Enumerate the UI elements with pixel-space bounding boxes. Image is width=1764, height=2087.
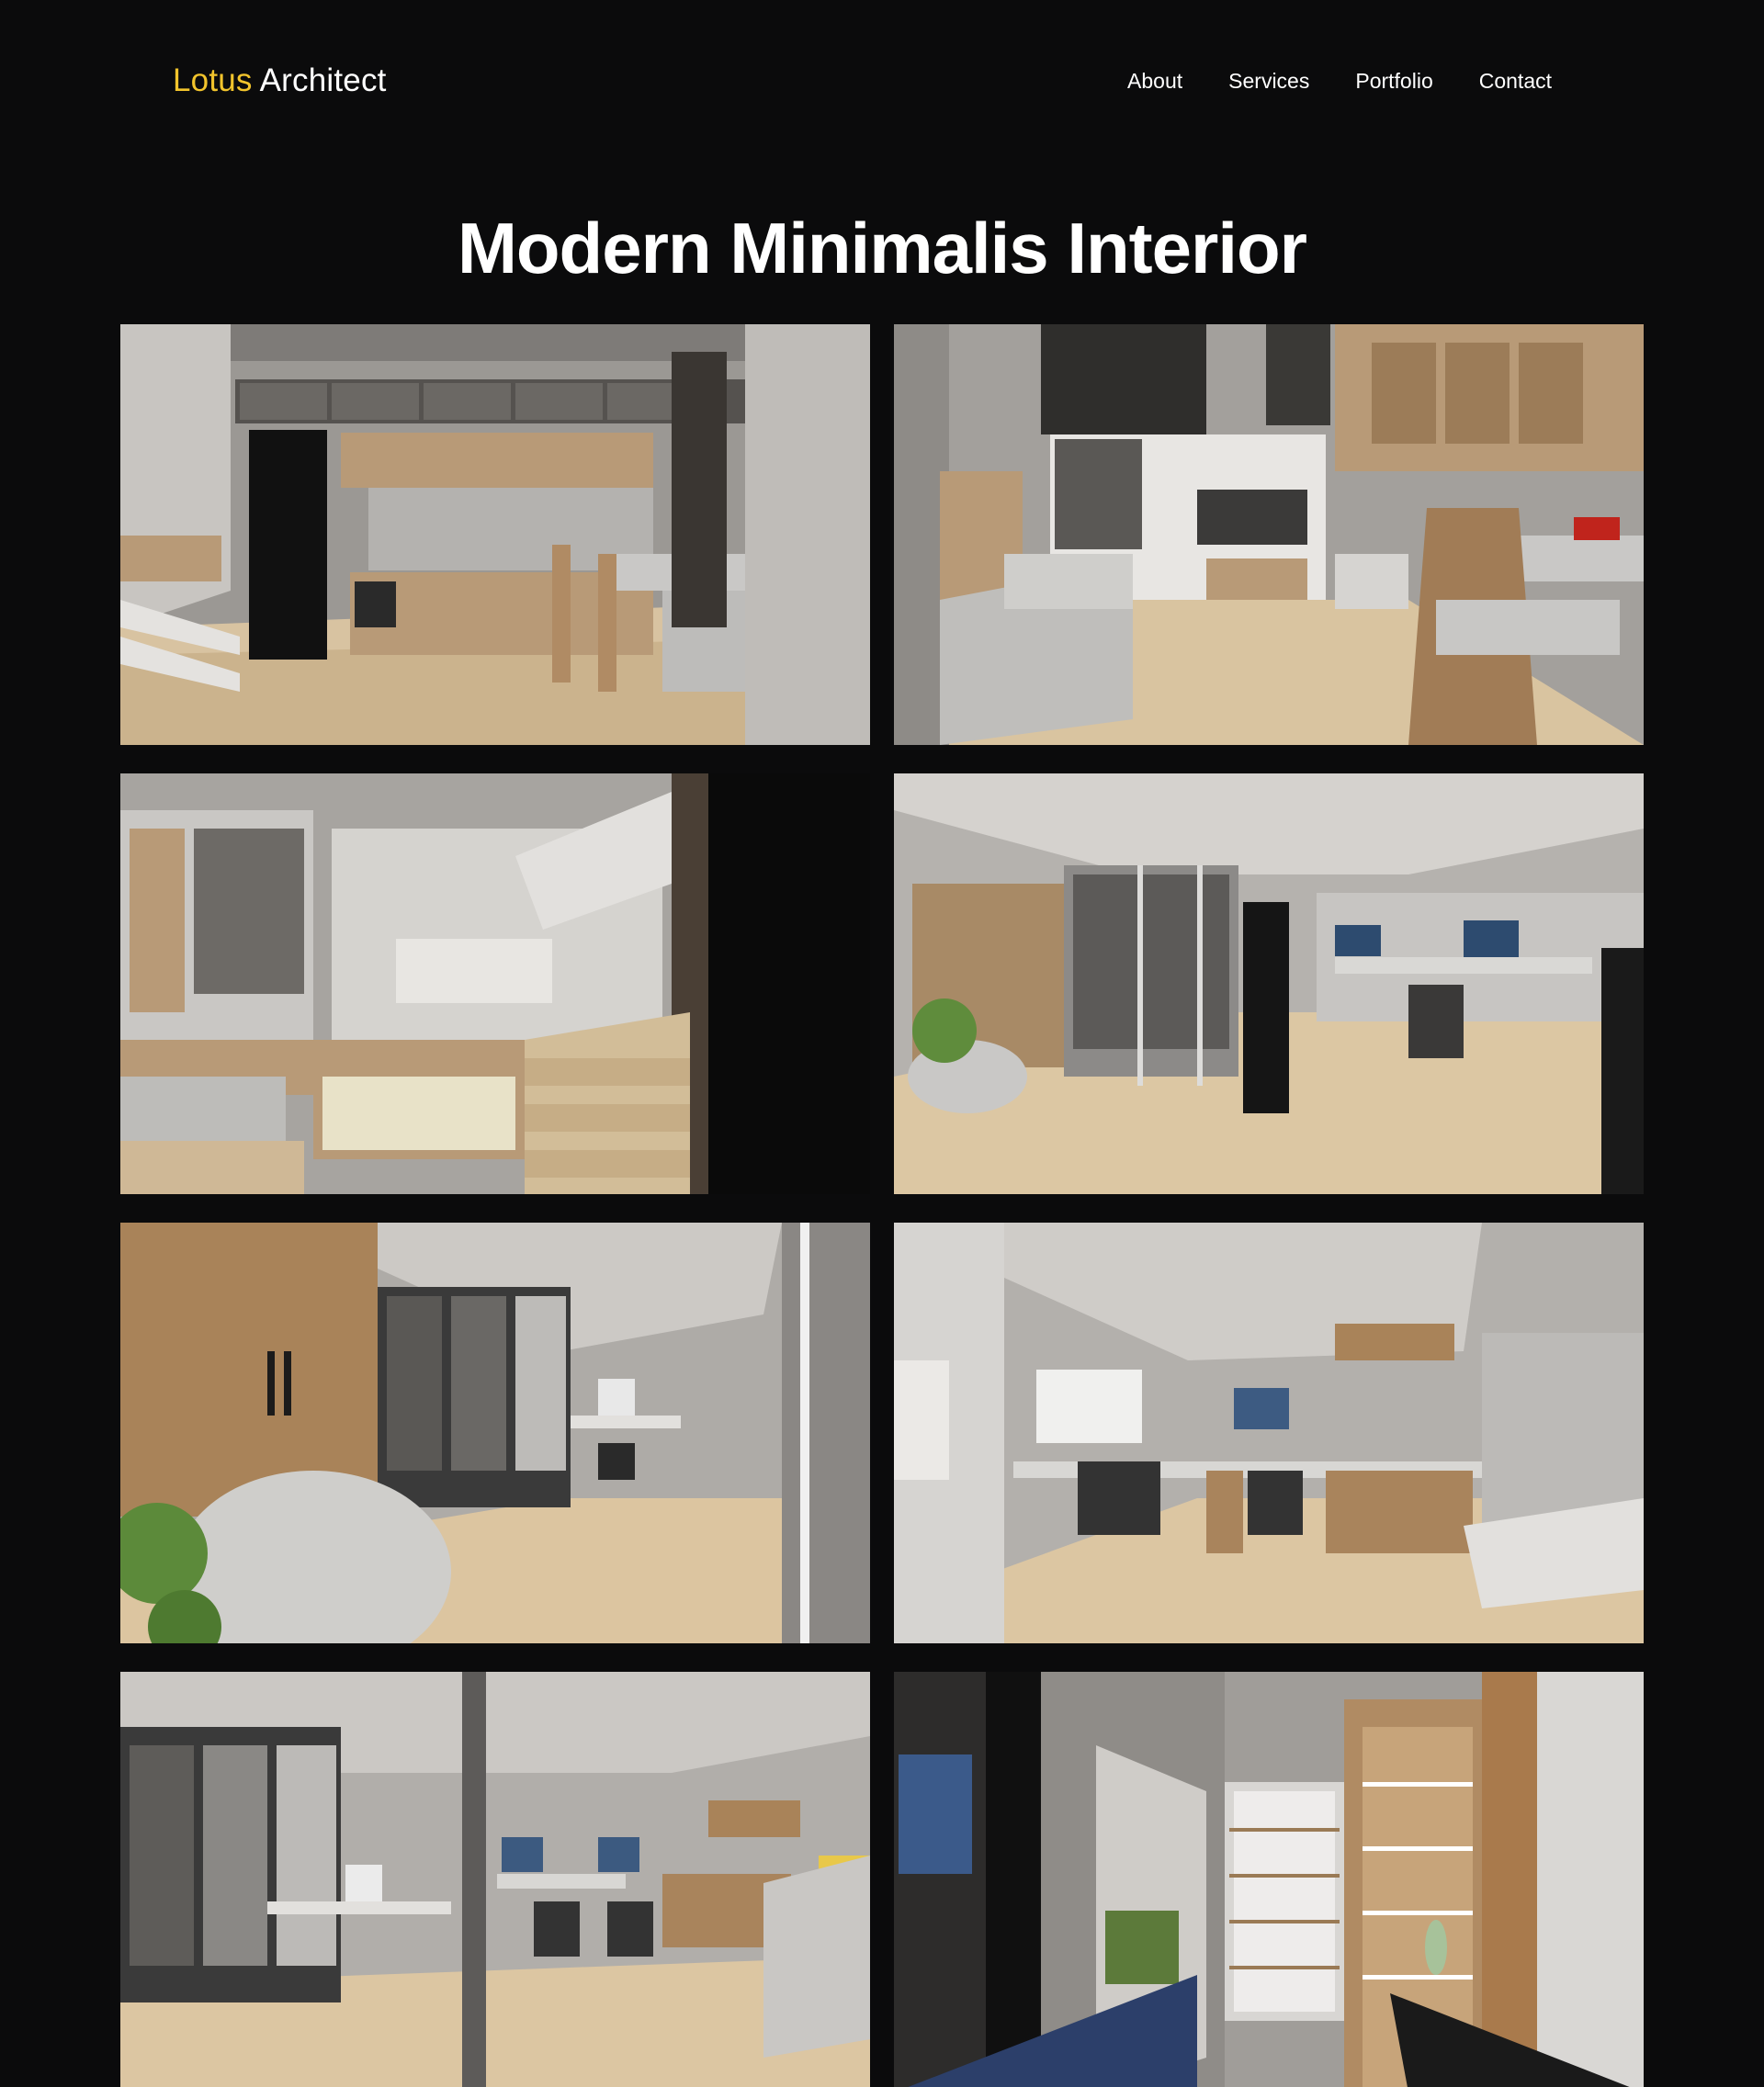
- gallery-image-kitchen[interactable]: [120, 324, 870, 745]
- nav-link-portfolio[interactable]: Portfolio: [1355, 66, 1432, 96]
- gallery-image-study-glass-partition[interactable]: [894, 773, 1644, 1194]
- gallery-image-staircase-shelving[interactable]: [120, 773, 870, 1194]
- nav-link-contact[interactable]: Contact: [1479, 66, 1552, 96]
- brand-name-text: Architect: [259, 62, 387, 98]
- gallery-image-reading-corner[interactable]: [120, 1223, 870, 1643]
- brand-logo[interactable]: Lotus Architect: [173, 61, 387, 101]
- nav-link-services[interactable]: Services: [1228, 66, 1309, 96]
- page: Lotus Architect About Services Portfolio…: [0, 0, 1764, 2087]
- gallery-image-living-room[interactable]: [894, 324, 1644, 745]
- brand-accent-text: Lotus: [173, 62, 253, 98]
- gallery-image-home-office-desks[interactable]: [894, 1223, 1644, 1643]
- gallery-image-office-overview[interactable]: [120, 1672, 870, 2087]
- gallery-image-closet-shelving[interactable]: [894, 1672, 1644, 2087]
- nav-link-about[interactable]: About: [1127, 66, 1182, 96]
- main-nav: About Services Portfolio Contact: [1127, 66, 1552, 96]
- image-gallery: [120, 324, 1644, 2087]
- site-header: Lotus Architect About Services Portfolio…: [0, 0, 1764, 162]
- page-title: Modern Minimalis Interior: [457, 208, 1307, 288]
